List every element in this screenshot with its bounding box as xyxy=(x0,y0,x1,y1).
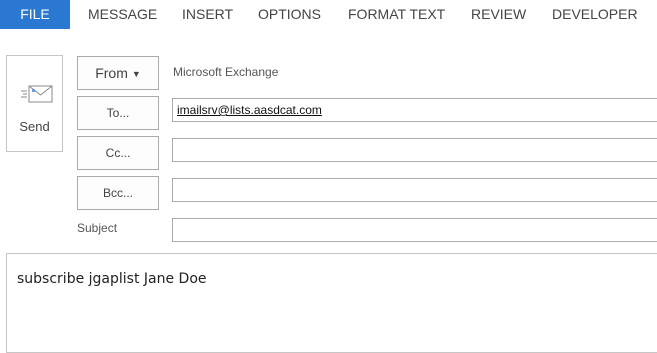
cc-button[interactable]: Cc... xyxy=(77,136,159,170)
message-body[interactable]: subscribe jgaplist Jane Doe xyxy=(6,253,657,353)
send-button[interactable]: Send xyxy=(6,55,63,152)
tab-insert[interactable]: INSERT xyxy=(182,0,233,29)
message-body-text: subscribe jgaplist Jane Doe xyxy=(17,271,207,287)
tab-message[interactable]: MESSAGE xyxy=(88,0,157,29)
bcc-button[interactable]: Bcc... xyxy=(77,176,159,210)
cc-field[interactable] xyxy=(172,138,657,162)
caret-down-icon: ▼ xyxy=(131,69,141,80)
tab-review[interactable]: REVIEW xyxy=(471,0,526,29)
subject-field[interactable] xyxy=(172,218,657,242)
from-button-label: From xyxy=(95,65,128,81)
tab-format-text[interactable]: FORMAT TEXT xyxy=(348,0,445,29)
from-button[interactable]: From ▼ xyxy=(77,56,159,90)
ribbon-tab-bar: FILE MESSAGE INSERT OPTIONS FORMAT TEXT … xyxy=(0,0,657,29)
send-envelope-icon xyxy=(21,85,53,103)
from-account: Microsoft Exchange xyxy=(173,65,279,79)
to-button[interactable]: To... xyxy=(77,96,159,130)
tab-options[interactable]: OPTIONS xyxy=(258,0,321,29)
tab-developer[interactable]: DEVELOPER xyxy=(552,0,638,29)
tab-file[interactable]: FILE xyxy=(0,0,70,29)
bcc-field[interactable] xyxy=(172,178,657,202)
to-field[interactable]: imailsrv@lists.aasdcat.com xyxy=(172,98,657,122)
subject-label: Subject xyxy=(77,221,118,235)
send-label: Send xyxy=(19,119,50,134)
recipient-chip[interactable]: imailsrv@lists.aasdcat.com xyxy=(177,103,322,117)
